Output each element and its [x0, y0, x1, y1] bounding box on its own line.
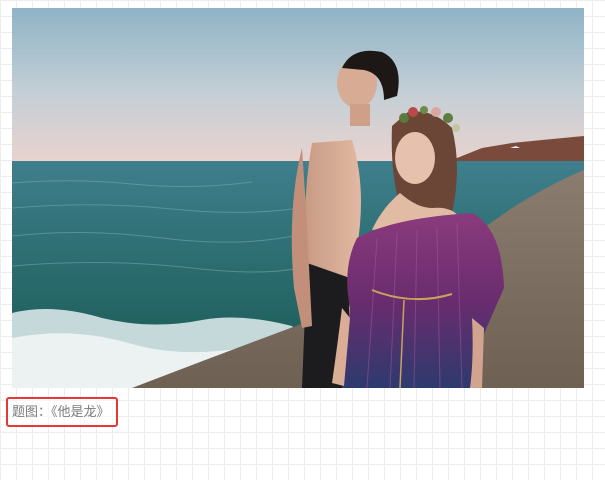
- header-photo: [12, 8, 584, 388]
- image-caption: 题图：《他是龙》: [12, 404, 110, 419]
